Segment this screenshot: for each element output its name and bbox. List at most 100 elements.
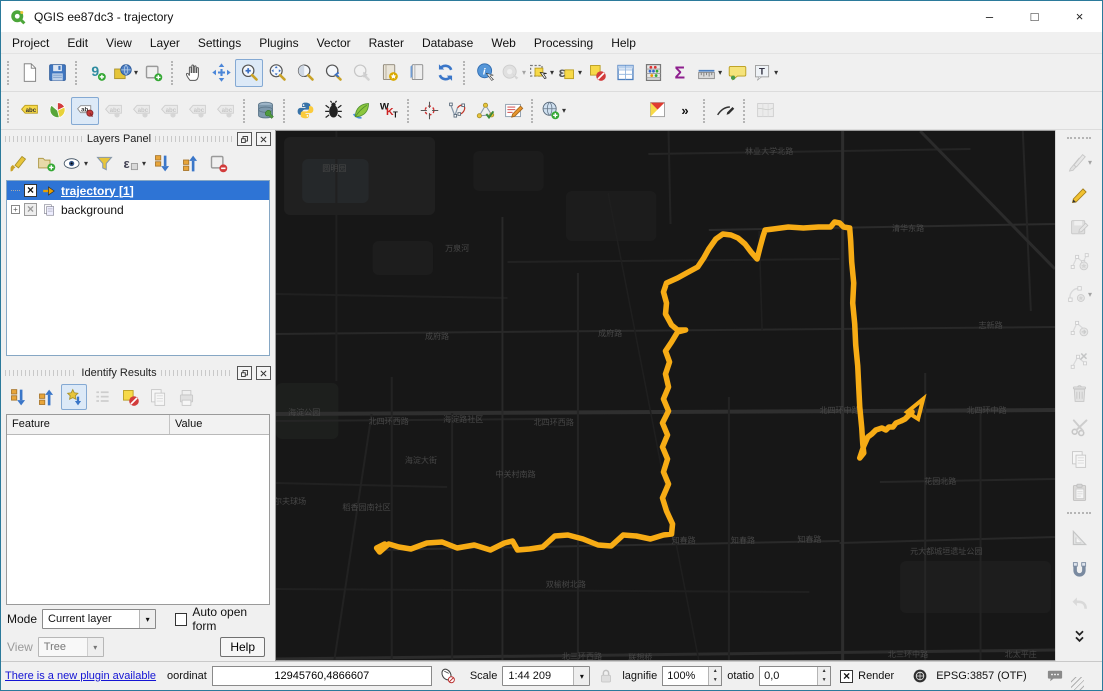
mouse-extents-icon[interactable] bbox=[437, 665, 459, 687]
mode-combo[interactable]: Current layer ▾ bbox=[42, 609, 157, 629]
layers-tree[interactable]: × trajectory [1] + × background bbox=[6, 180, 270, 356]
form-annotation-icon[interactable] bbox=[499, 97, 527, 125]
column-header-value[interactable]: Value bbox=[170, 415, 269, 434]
collapse-tree-icon[interactable] bbox=[33, 384, 59, 410]
zoom-to-selection-icon[interactable] bbox=[291, 59, 319, 87]
statistical-summary-icon[interactable] bbox=[639, 59, 667, 87]
snapping-options-icon[interactable] bbox=[1065, 555, 1093, 586]
map-canvas[interactable]: 圆明园 万泉河 海淀公园 北四环西路 海淀路社区 北四环西路 成府路 成府路 北四环中路 北四环中… bbox=[275, 130, 1055, 661]
show-sum-icon[interactable] bbox=[667, 59, 695, 87]
identify-results-body[interactable] bbox=[7, 435, 269, 604]
measure-icon[interactable]: ▾ bbox=[695, 59, 723, 87]
toolbar-handle[interactable] bbox=[283, 98, 287, 123]
toolbar-handle[interactable] bbox=[243, 98, 247, 123]
check-geometries-icon[interactable] bbox=[443, 97, 471, 125]
text-annotation-icon[interactable]: ▾ bbox=[751, 59, 779, 87]
layer-labeling-icon[interactable] bbox=[15, 97, 43, 125]
magnifier-spin-buttons[interactable]: ▲ ▼ bbox=[708, 667, 722, 685]
layer-item-background[interactable]: + × background bbox=[7, 200, 269, 219]
menu-database[interactable]: Database bbox=[413, 34, 482, 52]
layer-visibility-checkbox[interactable]: × bbox=[24, 203, 37, 216]
toolbar-overflow-icon[interactable]: » bbox=[671, 97, 699, 125]
close-button[interactable]: × bbox=[1057, 1, 1102, 32]
new-layout-icon[interactable] bbox=[139, 59, 167, 87]
help-button[interactable]: Help bbox=[220, 637, 265, 657]
toolbar-handle[interactable] bbox=[1067, 512, 1091, 516]
toolbar-handle[interactable] bbox=[531, 98, 535, 123]
close-panel-button[interactable] bbox=[256, 366, 272, 380]
more-tools-icon[interactable] bbox=[1065, 621, 1093, 652]
minimize-button[interactable]: – bbox=[967, 1, 1012, 32]
new-project-icon[interactable] bbox=[15, 59, 43, 87]
menu-plugins[interactable]: Plugins bbox=[250, 34, 307, 52]
toolbar-handle[interactable] bbox=[1067, 137, 1091, 141]
deselect-features-icon[interactable] bbox=[583, 59, 611, 87]
show-bookmarks-icon[interactable] bbox=[403, 59, 431, 87]
zoom-last-icon[interactable] bbox=[319, 59, 347, 87]
pan-map-icon[interactable] bbox=[179, 59, 207, 87]
quickmap-flag-icon[interactable] bbox=[643, 97, 671, 125]
menu-layer[interactable]: Layer bbox=[141, 34, 189, 52]
toolbar-handle[interactable] bbox=[463, 60, 467, 85]
toolbar-handle[interactable] bbox=[407, 98, 411, 123]
menu-raster[interactable]: Raster bbox=[360, 34, 413, 52]
column-header-feature[interactable]: Feature bbox=[7, 415, 170, 434]
osm-download-icon[interactable]: ▾ bbox=[539, 97, 567, 125]
select-features-icon[interactable]: ▾ bbox=[527, 59, 555, 87]
menu-project[interactable]: Project bbox=[3, 34, 58, 52]
plugin-builder-icon[interactable] bbox=[319, 97, 347, 125]
crs-icon[interactable] bbox=[909, 665, 931, 687]
pan-to-selection-icon[interactable] bbox=[207, 59, 235, 87]
toolbar-handle[interactable] bbox=[171, 60, 175, 85]
save-project-icon[interactable] bbox=[43, 59, 71, 87]
layers-panel-titlebar[interactable]: Layers Panel bbox=[1, 130, 275, 148]
zoom-in-icon[interactable] bbox=[235, 58, 264, 87]
expander-icon[interactable]: + bbox=[11, 205, 20, 214]
new-bookmark-icon[interactable] bbox=[375, 59, 403, 87]
wkt-plugin-icon[interactable] bbox=[375, 97, 403, 125]
add-group-icon[interactable] bbox=[33, 150, 59, 176]
messages-icon[interactable] bbox=[1044, 665, 1066, 687]
db-manager-icon[interactable] bbox=[251, 97, 279, 125]
freehand-sketch-icon[interactable] bbox=[711, 97, 739, 125]
coordinate-input[interactable] bbox=[211, 666, 432, 686]
toolbar-handle[interactable] bbox=[7, 98, 11, 123]
toggle-editing-icon[interactable] bbox=[1065, 180, 1093, 211]
expand-tree-icon[interactable] bbox=[5, 384, 31, 410]
scale-combo-arrow[interactable]: ▾ bbox=[573, 667, 590, 685]
topology-checker-icon[interactable] bbox=[471, 97, 499, 125]
open-attribute-table-icon[interactable] bbox=[611, 59, 639, 87]
remove-layer-icon[interactable] bbox=[205, 150, 231, 176]
collapse-all-icon[interactable] bbox=[177, 150, 203, 176]
expand-all-icon[interactable] bbox=[149, 150, 175, 176]
menu-settings[interactable]: Settings bbox=[189, 34, 250, 52]
identify-panel-titlebar[interactable]: Identify Results bbox=[1, 364, 275, 382]
zoom-full-icon[interactable] bbox=[263, 59, 291, 87]
maximize-button[interactable]: □ bbox=[1012, 1, 1057, 32]
resize-grip[interactable] bbox=[1070, 677, 1084, 690]
pin-labels-icon[interactable] bbox=[71, 96, 99, 125]
toolbar-handle[interactable] bbox=[743, 98, 747, 123]
layer-styling-icon[interactable] bbox=[5, 150, 31, 176]
menu-view[interactable]: View bbox=[97, 34, 141, 52]
magnifier-spinbox[interactable]: 100% ▲ ▼ bbox=[662, 666, 723, 686]
menu-web[interactable]: Web bbox=[482, 34, 524, 52]
layer-diagram-icon[interactable] bbox=[43, 97, 71, 125]
identify-features-icon[interactable] bbox=[471, 59, 499, 87]
auto-open-form-checkbox[interactable]: × bbox=[175, 612, 188, 626]
expand-new-results-icon[interactable] bbox=[61, 384, 87, 410]
menu-help[interactable]: Help bbox=[602, 34, 645, 52]
toolbar-handle[interactable] bbox=[7, 60, 11, 85]
mode-combo-arrow[interactable]: ▾ bbox=[139, 610, 156, 628]
scale-combo[interactable]: 1:44 209 ▾ bbox=[502, 666, 591, 686]
select-by-expression-icon[interactable]: ▾ bbox=[555, 59, 583, 87]
python-console-icon[interactable] bbox=[291, 97, 319, 125]
new-map-view-icon[interactable]: ▾ bbox=[111, 59, 139, 87]
refresh-map-icon[interactable] bbox=[431, 59, 459, 87]
menu-processing[interactable]: Processing bbox=[525, 34, 602, 52]
float-panel-button[interactable] bbox=[237, 366, 253, 380]
toolbar-handle[interactable] bbox=[703, 98, 707, 123]
filter-legend-icon[interactable] bbox=[91, 150, 117, 176]
clear-results-icon[interactable] bbox=[117, 384, 143, 410]
rotation-spinbox[interactable]: 0,0 ▲ ▼ bbox=[759, 666, 832, 686]
